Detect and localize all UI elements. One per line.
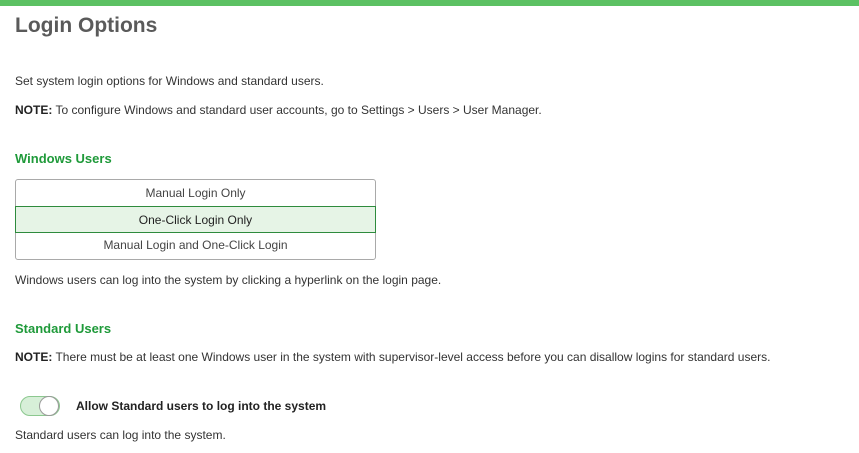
- note-label: NOTE:: [15, 103, 53, 117]
- standard-note-label: NOTE:: [15, 350, 53, 364]
- standard-note-text: There must be at least one Windows user …: [52, 350, 771, 364]
- standard-users-note: NOTE: There must be at least one Windows…: [15, 349, 770, 365]
- standard-users-description: Standard users can log into the system.: [15, 428, 226, 442]
- page-title: Login Options: [15, 14, 158, 37]
- windows-users-description: Windows users can log into the system by…: [15, 273, 442, 287]
- standard-users-heading: Standard Users: [15, 321, 112, 336]
- top-accent-bar: [0, 0, 859, 6]
- windows-users-heading: Windows Users: [15, 151, 112, 166]
- settings-note: NOTE: To configure Windows and standard …: [15, 102, 542, 118]
- note-text: To configure Windows and standard user a…: [52, 103, 542, 117]
- option-manual-and-one-click-login[interactable]: Manual Login and One-Click Login: [16, 232, 375, 259]
- allow-standard-users-label: Allow Standard users to log into the sys…: [76, 399, 327, 413]
- page-intro: Set system login options for Windows and…: [15, 74, 324, 88]
- option-manual-login-only[interactable]: Manual Login Only: [16, 180, 375, 206]
- option-one-click-login-only[interactable]: One-Click Login Only: [15, 206, 376, 233]
- allow-standard-users-toggle[interactable]: [20, 396, 60, 416]
- toggle-knob: [39, 396, 59, 416]
- windows-login-option-group: Manual Login Only One-Click Login Only M…: [15, 179, 376, 260]
